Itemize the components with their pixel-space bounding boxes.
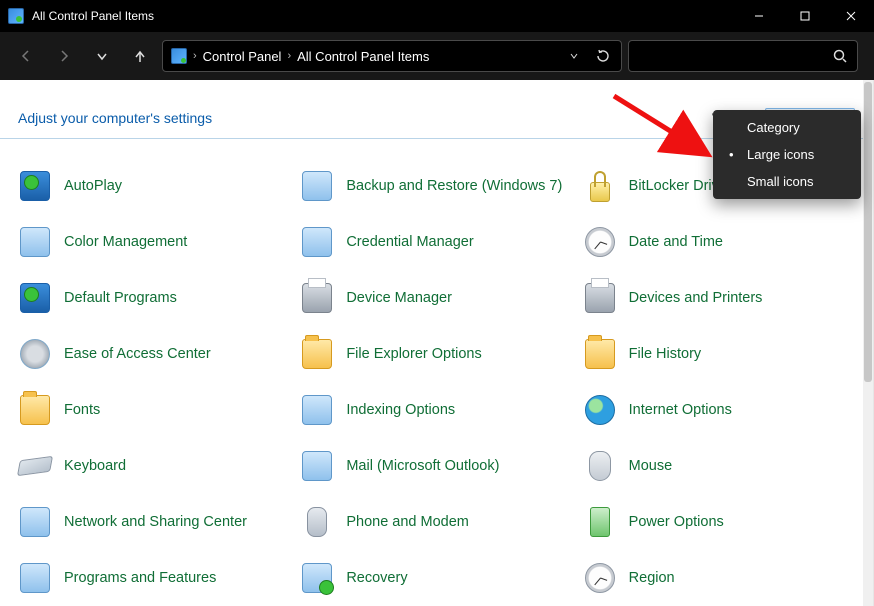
- item-label[interactable]: File History: [629, 345, 702, 363]
- control-panel-item[interactable]: Devices and Printers: [583, 279, 855, 317]
- dropdown-option-large-icons[interactable]: Large icons: [713, 141, 861, 168]
- item-icon: [18, 449, 52, 483]
- control-panel-item[interactable]: Internet Options: [583, 391, 855, 429]
- item-icon: [18, 281, 52, 315]
- item-icon: [300, 561, 334, 595]
- refresh-button[interactable]: [589, 49, 617, 63]
- control-panel-item[interactable]: Recovery: [300, 559, 572, 597]
- forward-button[interactable]: [48, 40, 80, 72]
- address-history-button[interactable]: [565, 51, 583, 61]
- item-icon: [18, 505, 52, 539]
- item-label[interactable]: Backup and Restore (Windows 7): [346, 177, 562, 195]
- address-bar[interactable]: › Control Panel › All Control Panel Item…: [162, 40, 622, 72]
- control-panel-icon: [8, 8, 24, 24]
- close-button[interactable]: [828, 0, 874, 32]
- item-label[interactable]: Device Manager: [346, 289, 452, 307]
- control-panel-item[interactable]: Power Options: [583, 503, 855, 541]
- control-panel-item[interactable]: Default Programs: [18, 279, 290, 317]
- item-icon: [300, 449, 334, 483]
- item-icon: [18, 225, 52, 259]
- item-icon: [300, 393, 334, 427]
- item-icon: [583, 281, 617, 315]
- control-panel-item[interactable]: Ease of Access Center: [18, 335, 290, 373]
- item-icon: [300, 281, 334, 315]
- item-icon: [583, 393, 617, 427]
- control-panel-item[interactable]: Color Management: [18, 223, 290, 261]
- dropdown-option-small-icons[interactable]: Small icons: [713, 168, 861, 195]
- item-label[interactable]: File Explorer Options: [346, 345, 481, 363]
- up-button[interactable]: [124, 40, 156, 72]
- item-icon: [300, 505, 334, 539]
- control-panel-item[interactable]: Mouse: [583, 447, 855, 485]
- item-icon: [18, 169, 52, 203]
- item-icon: [583, 169, 617, 203]
- item-label[interactable]: Mouse: [629, 457, 673, 475]
- recent-locations-button[interactable]: [86, 40, 118, 72]
- control-panel-item[interactable]: Date and Time: [583, 223, 855, 261]
- item-label[interactable]: Date and Time: [629, 233, 723, 251]
- item-label[interactable]: Keyboard: [64, 457, 126, 475]
- control-panel-item[interactable]: Indexing Options: [300, 391, 572, 429]
- window-title: All Control Panel Items: [32, 9, 154, 23]
- item-label[interactable]: Recovery: [346, 569, 407, 587]
- control-panel-item[interactable]: File History: [583, 335, 855, 373]
- item-icon: [300, 337, 334, 371]
- chevron-right-icon[interactable]: ›: [193, 50, 197, 62]
- dropdown-option-category[interactable]: Category: [713, 114, 861, 141]
- item-label[interactable]: Mail (Microsoft Outlook): [346, 457, 499, 475]
- titlebar: All Control Panel Items: [0, 0, 874, 32]
- control-panel-item[interactable]: Mail (Microsoft Outlook): [300, 447, 572, 485]
- control-panel-item[interactable]: Backup and Restore (Windows 7): [300, 167, 572, 205]
- item-label[interactable]: Credential Manager: [346, 233, 473, 251]
- item-label[interactable]: Internet Options: [629, 401, 732, 419]
- item-label[interactable]: Network and Sharing Center: [64, 513, 247, 531]
- item-icon: [583, 561, 617, 595]
- scrollbar-thumb[interactable]: [864, 82, 872, 382]
- item-label[interactable]: Color Management: [64, 233, 187, 251]
- page-title: Adjust your computer's settings: [18, 110, 212, 126]
- control-panel-item[interactable]: Network and Sharing Center: [18, 503, 290, 541]
- item-label[interactable]: Devices and Printers: [629, 289, 763, 307]
- items-grid: AutoPlayBackup and Restore (Windows 7)Bi…: [0, 139, 873, 606]
- item-icon: [18, 337, 52, 371]
- item-label[interactable]: Programs and Features: [64, 569, 216, 587]
- control-panel-item[interactable]: Phone and Modem: [300, 503, 572, 541]
- item-label[interactable]: Power Options: [629, 513, 724, 531]
- item-label[interactable]: Region: [629, 569, 675, 587]
- item-icon: [300, 225, 334, 259]
- control-panel-item[interactable]: Region: [583, 559, 855, 597]
- control-panel-item[interactable]: Credential Manager: [300, 223, 572, 261]
- item-icon: [583, 337, 617, 371]
- maximize-button[interactable]: [782, 0, 828, 32]
- breadcrumb-current[interactable]: All Control Panel Items: [297, 49, 429, 64]
- item-label[interactable]: Ease of Access Center: [64, 345, 211, 363]
- item-icon: [18, 561, 52, 595]
- chevron-right-icon[interactable]: ›: [287, 50, 291, 62]
- item-icon: [300, 169, 334, 203]
- back-button[interactable]: [10, 40, 42, 72]
- item-label[interactable]: Phone and Modem: [346, 513, 469, 531]
- control-panel-icon: [171, 48, 187, 64]
- view-by-dropdown[interactable]: Category Large icons Small icons: [713, 110, 861, 199]
- control-panel-item[interactable]: Programs and Features: [18, 559, 290, 597]
- search-input[interactable]: [628, 40, 858, 72]
- control-panel-item[interactable]: File Explorer Options: [300, 335, 572, 373]
- control-panel-item[interactable]: AutoPlay: [18, 167, 290, 205]
- control-panel-item[interactable]: Keyboard: [18, 447, 290, 485]
- item-icon: [583, 505, 617, 539]
- minimize-button[interactable]: [736, 0, 782, 32]
- content-area: Adjust your computer's settings View by:…: [0, 80, 874, 606]
- scrollbar[interactable]: [863, 80, 873, 606]
- control-panel-item[interactable]: Fonts: [18, 391, 290, 429]
- item-label[interactable]: AutoPlay: [64, 177, 122, 195]
- toolbar: › Control Panel › All Control Panel Item…: [0, 32, 874, 80]
- breadcrumb-root[interactable]: Control Panel: [203, 49, 282, 64]
- item-icon: [583, 449, 617, 483]
- item-label[interactable]: Indexing Options: [346, 401, 455, 419]
- item-icon: [583, 225, 617, 259]
- item-icon: [18, 393, 52, 427]
- control-panel-item[interactable]: Device Manager: [300, 279, 572, 317]
- item-label[interactable]: Default Programs: [64, 289, 177, 307]
- item-label[interactable]: Fonts: [64, 401, 100, 419]
